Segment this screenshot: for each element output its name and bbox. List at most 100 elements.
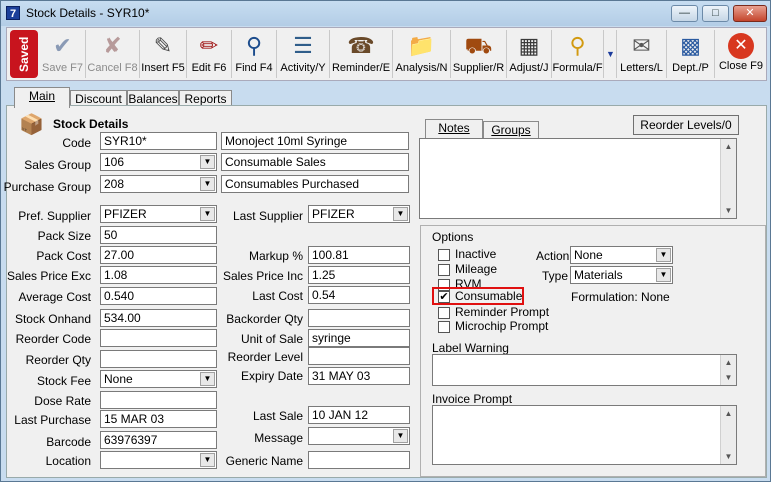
action-select[interactable]: None ▼ [570,246,673,264]
barcode-label: Barcode [46,435,91,449]
consumable-label: Consumable [455,289,523,303]
invoice-prompt-title: Invoice Prompt [432,392,513,406]
generic-name-field[interactable] [308,451,410,469]
pack-size-field[interactable]: 50 [100,226,217,244]
description-field[interactable]: Monoject 10ml Syringe [221,132,409,150]
pref-supplier-select[interactable]: PFIZER ▼ [100,205,217,223]
edit-button[interactable]: ✏ Edit F6 [187,30,232,78]
code-field[interactable]: SYR10* [100,132,217,150]
reorder-qty-label: Reorder Qty [25,353,91,367]
tab-notes[interactable]: Notes [425,119,483,138]
code-label: Code [62,136,91,150]
last-cost-field[interactable]: 0.54 [308,286,410,304]
mileage-checkbox[interactable] [438,264,450,276]
reorder-level-label: Reorder Level [227,350,303,364]
chevron-down-icon[interactable]: ▼ [200,155,215,169]
expiry-date-field[interactable]: 31 MAY 03 [308,367,410,385]
last-supplier-select[interactable]: PFIZER ▼ [308,205,410,223]
barcode-field[interactable]: 63976397 [100,431,217,449]
insert-button[interactable]: ✎ Insert F5 [140,30,187,78]
message-select[interactable]: ▼ [308,427,410,445]
tab-groups[interactable]: Groups [483,121,539,138]
formula-dropdown-button[interactable]: ▼ [604,30,617,78]
sales-price-inc-field[interactable]: 1.25 [308,266,410,284]
scroll-up-icon[interactable]: ▲ [723,141,734,152]
reorder-levels-button[interactable]: Reorder Levels/0 [633,115,739,135]
reorder-code-field[interactable] [100,329,217,347]
formula-button[interactable]: ⚲ Formula/F [552,30,604,78]
chevron-down-icon[interactable]: ▼ [200,453,215,467]
type-label: Type [542,269,569,283]
invoice-prompt-textarea[interactable]: ▲ ▼ [432,405,737,465]
minimize-button[interactable]: — [671,5,698,22]
dept-button[interactable]: ▩ Dept./P [667,30,715,78]
sales-price-exc-label: Sales Price Exc [6,269,91,283]
pack-cost-field[interactable]: 27.00 [100,246,217,264]
microchip-prompt-checkbox[interactable] [438,321,450,333]
microchip-prompt-label: Microchip Prompt [455,319,549,333]
supplier-button[interactable]: ⛟ Supplier/R [451,30,507,78]
notes-textarea[interactable]: ▲ ▼ [419,138,737,219]
reorder-level-field[interactable] [308,347,410,365]
consumable-checkbox[interactable]: ✔ [438,291,450,303]
analysis-button[interactable]: 📁 Analysis/N [393,30,451,78]
letters-button[interactable]: ✉ Letters/L [617,30,667,78]
unit-of-sale-field[interactable]: syringe [308,329,410,347]
sales-group-select[interactable]: 106 ▼ [100,153,217,171]
chevron-down-icon[interactable]: ▼ [200,177,215,191]
location-select[interactable]: ▼ [100,451,217,469]
chevron-down-icon[interactable]: ▼ [393,207,408,221]
inactive-checkbox[interactable] [438,249,450,261]
reminder-prompt-label: Reminder Prompt [455,305,550,319]
backorder-qty-label: Backorder Qty [226,312,303,326]
analysis-icon: 📁 [407,33,436,58]
last-purchase-field[interactable]: 15 MAR 03 [100,410,217,428]
scroll-up-icon[interactable]: ▲ [723,408,734,419]
stock-onhand-field[interactable]: 534.00 [100,309,217,327]
maximize-button[interactable]: □ [702,5,729,22]
markup-label: Markup % [248,249,303,263]
inactive-label: Inactive [455,247,497,261]
activity-icon: ☰ [293,33,313,58]
average-cost-field[interactable]: 0.540 [100,287,217,305]
dose-rate-field[interactable] [100,391,217,409]
type-select[interactable]: Materials ▼ [570,266,673,284]
unit-of-sale-label: Unit of Sale [240,332,303,346]
save-button[interactable]: ✔ Save F7 [40,30,86,78]
cancel-x-icon: ✘ [103,33,122,58]
scroll-down-icon[interactable]: ▼ [723,205,734,216]
tab-main[interactable]: Main [14,87,70,108]
markup-field[interactable]: 100.81 [308,246,410,264]
title-bar: 7 Stock Details - SYR10* — □ ✕ [1,1,770,26]
pack-size-label: Pack Size [37,229,91,243]
chevron-down-icon[interactable]: ▼ [200,207,215,221]
close-button[interactable]: ✕ Close F9 [715,30,767,78]
chevron-down-icon[interactable]: ▼ [656,248,671,262]
label-warning-scrollbar[interactable]: ▲ ▼ [720,355,736,385]
find-button[interactable]: ⚲ Find F4 [232,30,277,78]
reorder-qty-field[interactable] [100,350,217,368]
sales-price-exc-field[interactable]: 1.08 [100,266,217,284]
reminder-prompt-checkbox[interactable] [438,307,450,319]
stock-details-window: 7 Stock Details - SYR10* — □ ✕ Saved ✔ S… [0,0,771,482]
cancel-button[interactable]: ✘ Cancel F8 [86,30,140,78]
chevron-down-icon[interactable]: ▼ [656,268,671,282]
scroll-down-icon[interactable]: ▼ [723,372,734,383]
chevron-down-icon[interactable]: ▼ [393,429,408,443]
chevron-down-icon[interactable]: ▼ [200,372,215,386]
stock-fee-select[interactable]: None ▼ [100,370,217,388]
invoice-prompt-scrollbar[interactable]: ▲ ▼ [720,406,736,464]
scroll-down-icon[interactable]: ▼ [723,451,734,462]
window-close-button[interactable]: ✕ [733,5,767,22]
activity-button[interactable]: ☰ Activity/Y [277,30,330,78]
label-warning-textarea[interactable]: ▲ ▼ [432,354,737,386]
backorder-qty-field[interactable] [308,309,410,327]
insert-icon: ✎ [153,33,173,58]
last-sale-field[interactable]: 10 JAN 12 [308,406,410,424]
notes-scrollbar[interactable]: ▲ ▼ [720,139,736,218]
adjust-button[interactable]: ▦ Adjust/J [507,30,552,78]
scroll-up-icon[interactable]: ▲ [723,357,734,368]
checkmark-icon: ✔ [439,291,449,303]
reminder-button[interactable]: ☎ Reminder/E [330,30,393,78]
purchase-group-select[interactable]: 208 ▼ [100,175,217,193]
